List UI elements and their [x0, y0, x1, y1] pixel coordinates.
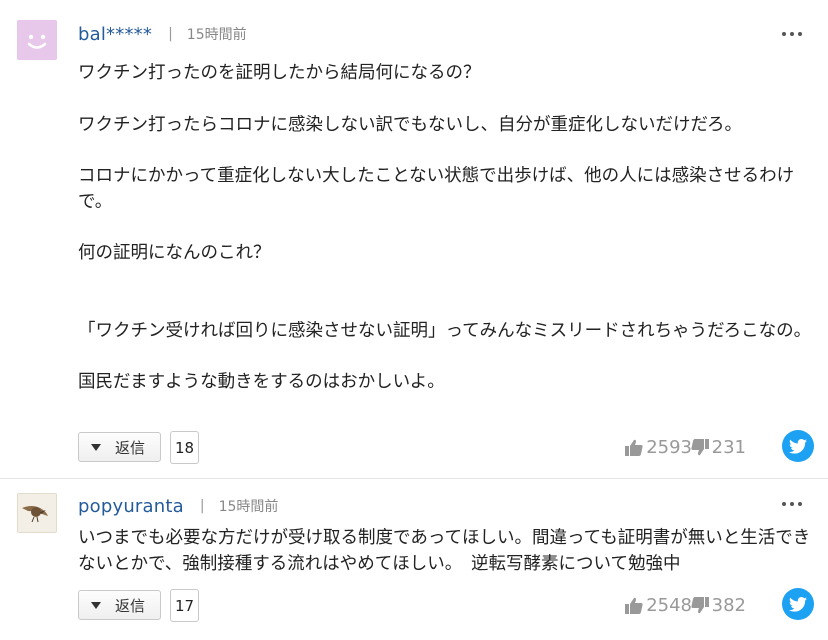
- triangle-down-icon: [91, 443, 101, 451]
- more-dots-icon[interactable]: [782, 30, 802, 38]
- comment-footer: 返信 18 2593 231: [78, 430, 814, 466]
- comment-item: bal***** | 15時間前 ワクチン打ったのを証明したから結局何になるの？…: [0, 0, 828, 478]
- more-dots-icon[interactable]: [782, 500, 802, 508]
- header-separator: |: [199, 498, 205, 514]
- twitter-share-button[interactable]: [782, 588, 814, 620]
- header-separator: |: [168, 26, 173, 42]
- twitter-bird-icon: [789, 596, 807, 612]
- dislike-count: 231: [711, 436, 746, 458]
- timestamp: 15時間前: [186, 27, 247, 43]
- comment-body: いつまでも必要な方だけが受け取る制度であってほしい。間違っても証明書が無いと生活…: [78, 526, 813, 577]
- reply-count[interactable]: 18: [170, 431, 199, 464]
- reply-label: 返信: [115, 596, 146, 615]
- comment-footer: 返信 17 2548 382: [78, 588, 814, 624]
- bird-icon: [18, 494, 56, 532]
- comment-paragraph: いつまでも必要な方だけが受け取る制度であってほしい。間違っても証明書が無いと生活…: [78, 528, 811, 574]
- username[interactable]: bal*****: [78, 24, 152, 45]
- comment-paragraph: ワクチン打ったのを証明したから結局何になるの？: [78, 63, 481, 83]
- comment-paragraph: 「ワクチン受ければ回りに感染させない証明」ってみんなミスリードされちゃうだろこな…: [78, 320, 812, 341]
- comment-paragraph: 何の証明になんのこれ？: [78, 243, 271, 263]
- like-count: 2593: [646, 436, 692, 458]
- dislike-count: 382: [711, 594, 746, 616]
- thumbs-down-icon: [691, 438, 709, 455]
- dislike-button[interactable]: 231: [691, 436, 746, 458]
- comment-header: popyuranta | 15時間前: [78, 494, 278, 518]
- reply-count[interactable]: 17: [170, 589, 199, 622]
- dislike-button[interactable]: 382: [691, 594, 746, 616]
- thumbs-down-icon: [691, 596, 709, 613]
- timestamp: 15時間前: [218, 499, 279, 515]
- comment-paragraph: 国民だますような動きをするのはおかしいよ。: [78, 372, 445, 392]
- comment-body: ワクチン打ったのを証明したから結局何になるの？ ワクチン打ったらコロナに感染しな…: [78, 61, 813, 396]
- reply-label: 返信: [115, 438, 146, 457]
- comment-paragraph: コロナにかかって重症化しない大したことない状態で出歩けば、他の人には感染させるわ…: [78, 166, 795, 212]
- like-button[interactable]: 2593: [625, 436, 692, 458]
- triangle-down-icon: [91, 601, 101, 609]
- thumbs-up-icon: [625, 439, 643, 456]
- thumbs-up-icon: [625, 597, 643, 614]
- smiley-face-icon: [17, 20, 57, 60]
- avatar[interactable]: [17, 493, 57, 533]
- comment-paragraph: ワクチン打ったらコロナに感染しない訳でもないし、自分が重症化しないだけだろ。: [78, 114, 742, 135]
- comment-header: bal***** | 15時間前: [78, 22, 247, 46]
- like-button[interactable]: 2548: [625, 594, 692, 616]
- like-count: 2548: [646, 594, 692, 616]
- username[interactable]: popyuranta: [78, 496, 184, 517]
- avatar[interactable]: [17, 20, 57, 60]
- twitter-bird-icon: [789, 438, 807, 454]
- reply-button[interactable]: 返信: [78, 590, 161, 620]
- reply-button[interactable]: 返信: [78, 432, 161, 462]
- twitter-share-button[interactable]: [782, 430, 814, 462]
